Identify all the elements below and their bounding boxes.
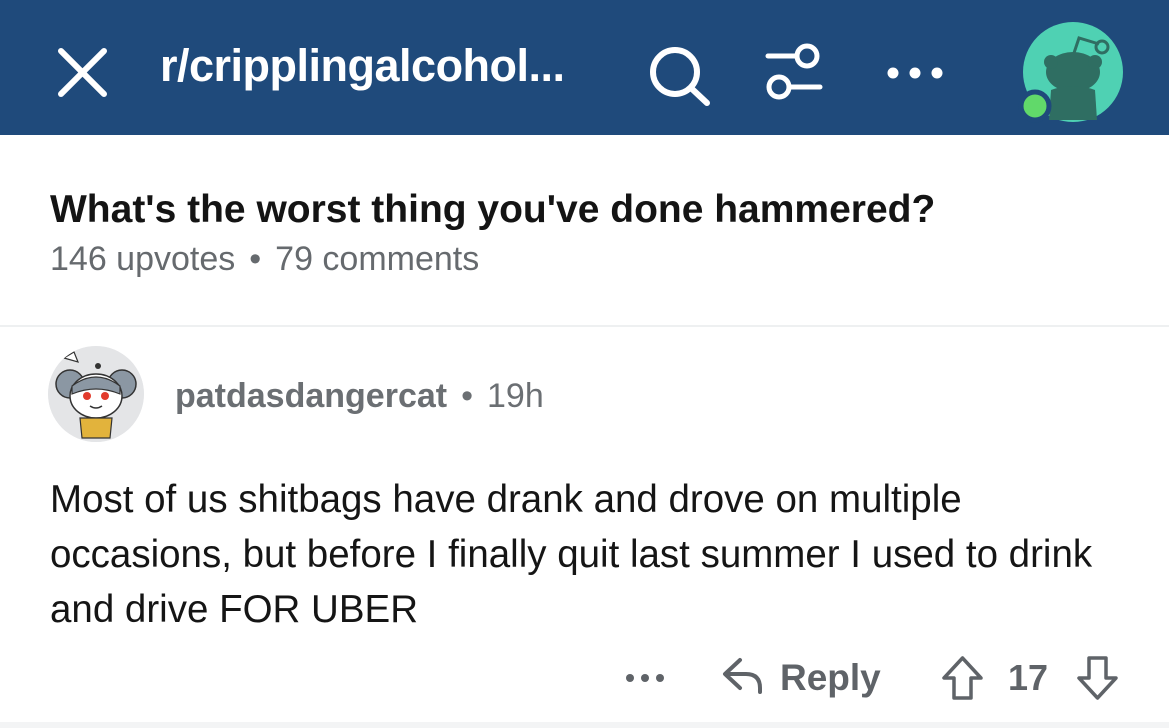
top-navigation-bar: r/cripplingalcohol...	[0, 0, 1169, 135]
upvote-arrow-icon[interactable]	[940, 654, 985, 702]
section-divider	[0, 325, 1169, 327]
reply-button[interactable]: Reply	[720, 650, 881, 705]
subreddit-title[interactable]: r/cripplingalcohol...	[160, 40, 565, 92]
downvote-arrow-icon[interactable]	[1075, 654, 1120, 702]
post-meta: 146 upvotes • 79 comments	[50, 240, 479, 279]
comment-body: Most of us shitbags have drank and drove…	[50, 478, 1093, 631]
commenter-avatar[interactable]	[48, 346, 144, 442]
comment-age: 19h	[487, 377, 544, 415]
meta-separator: •	[249, 240, 262, 278]
reddit-thread-page: r/cripplingalcohol... What's the worst t…	[0, 0, 1169, 728]
comment-header: patdasdangercat • 19h	[175, 377, 544, 416]
comment-score: 17	[1008, 657, 1049, 698]
reply-arrow-icon	[720, 652, 766, 703]
comment-username[interactable]: patdasdangercat	[175, 377, 447, 415]
user-avatar-icon[interactable]	[1015, 20, 1125, 130]
more-horizontal-icon[interactable]	[875, 48, 955, 98]
search-icon[interactable]	[645, 42, 715, 107]
more-horizontal-icon[interactable]	[620, 655, 670, 700]
comment-count: 79 comments	[275, 240, 480, 278]
upvote-count: 146 upvotes	[50, 240, 236, 278]
post-title[interactable]: What's the worst thing you've done hamme…	[50, 188, 935, 232]
reply-label: Reply	[780, 656, 881, 698]
bottom-divider	[0, 722, 1169, 728]
comment-separator: •	[461, 377, 473, 415]
close-icon[interactable]	[55, 45, 110, 100]
sort-filter-icon[interactable]	[760, 40, 830, 105]
